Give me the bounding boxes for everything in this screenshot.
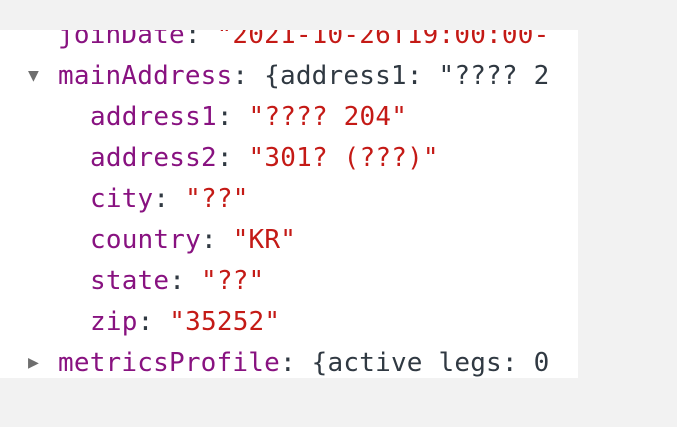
colon: : (279, 348, 312, 378)
property-value: "301? (???)" (248, 143, 439, 173)
object-preview: {address1: "???? 2 (264, 61, 550, 91)
property-value: "35252" (169, 307, 281, 337)
property-key: country (90, 225, 201, 255)
triangle-right-icon[interactable]: ▶ (28, 343, 58, 378)
colon: : (137, 307, 170, 337)
colon: : (184, 30, 217, 50)
colon: : (216, 102, 249, 132)
colon: : (216, 143, 249, 173)
property-key: address2 (90, 143, 217, 173)
tree-row-metrics-profile[interactable]: ▶ metricsProfile: {active legs: 0 (28, 343, 549, 378)
tree-row-address1: address1: "???? 204" (90, 97, 407, 137)
property-value: "??" (201, 266, 265, 296)
colon: : (232, 61, 265, 91)
triangle-down-icon[interactable]: ▼ (28, 56, 58, 96)
property-key: state (90, 266, 170, 296)
tree-row-country: country: "KR" (90, 220, 296, 260)
colon: : (153, 184, 186, 214)
tree-row-join-date: joinDate: "2021-10-26T19:00:00- (58, 30, 549, 55)
property-key: metricsProfile (58, 348, 280, 378)
tree-row-city: city: "??" (90, 179, 249, 219)
tree-row-main-address[interactable]: ▼ mainAddress: {address1: "???? 2 (28, 56, 549, 96)
tree-row-zip: zip: "35252" (90, 302, 280, 342)
tree-row-state: state: "??" (90, 261, 264, 301)
property-key: zip (90, 307, 138, 337)
property-key: joinDate (58, 30, 185, 50)
property-key: city (90, 184, 154, 214)
property-value: "???? 204" (248, 102, 408, 132)
property-key: address1 (90, 102, 217, 132)
devtools-object-tree: joinDate: "2021-10-26T19:00:00- ▼ mainAdd… (0, 30, 578, 378)
colon: : (169, 266, 201, 296)
property-value: "2021-10-26T19:00:00- (216, 30, 550, 50)
colon: : (200, 225, 233, 255)
property-key: mainAddress (58, 61, 233, 91)
tree-row-address2: address2: "301? (???)" (90, 138, 439, 178)
screenshot-viewport: joinDate: "2021-10-26T19:00:00- ▼ mainAdd… (0, 0, 677, 427)
property-value: "??" (185, 184, 249, 214)
property-value: "KR" (232, 225, 297, 255)
object-preview: {active legs: 0 (311, 348, 550, 378)
